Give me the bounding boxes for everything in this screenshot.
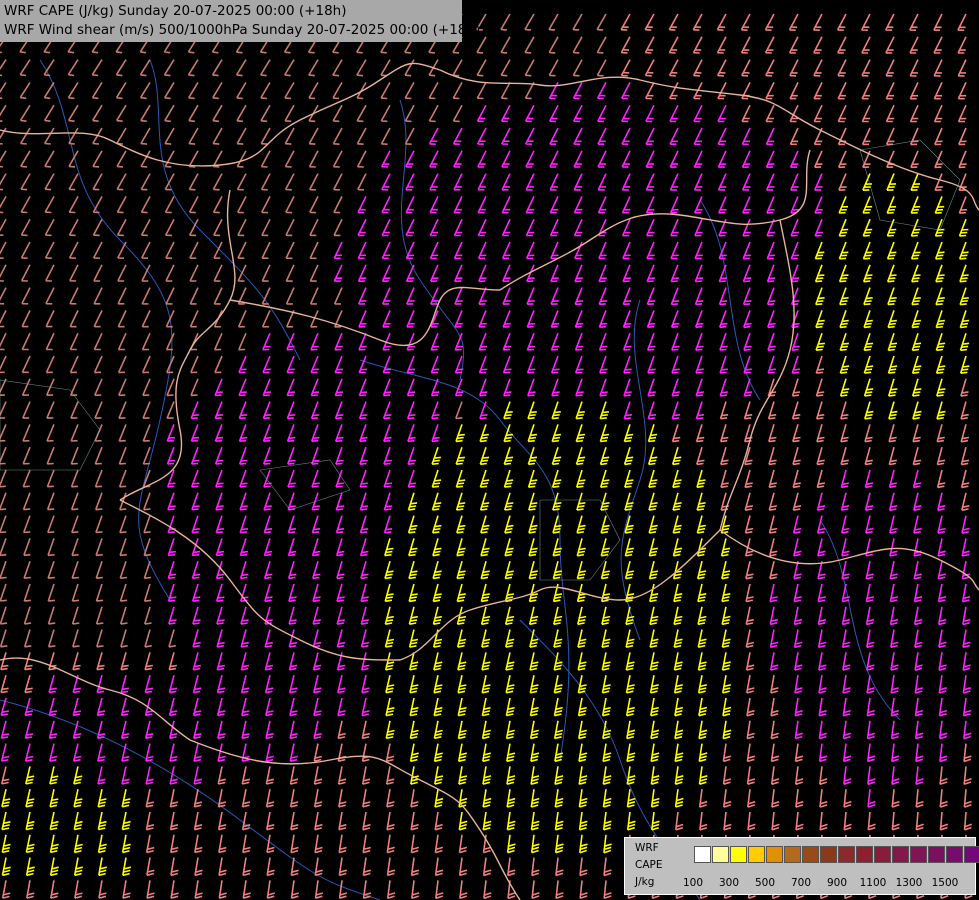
legend-swatch	[964, 846, 979, 863]
legend-swatch	[856, 846, 873, 863]
legend-swatch	[784, 846, 801, 863]
legend-swatch	[712, 846, 729, 863]
wind-shear-map	[0, 0, 979, 900]
legend-swatch	[946, 846, 963, 863]
legend-variable-label: CAPE	[635, 859, 663, 871]
legend-tick-label: 1100	[859, 877, 887, 889]
map-title: WRF CAPE (J/kg) Sunday 20-07-2025 00:00 …	[0, 0, 481, 42]
legend-swatch	[766, 846, 783, 863]
legend-tick-label: 900	[826, 877, 848, 889]
legend-swatch	[928, 846, 945, 863]
legend-tick-label: 100	[682, 877, 704, 889]
legend-swatch	[838, 846, 855, 863]
legend-swatch	[892, 846, 909, 863]
legend-tick-label: 1500	[931, 877, 959, 889]
cape-legend: WRF CAPE J/kg 100 300 500 700 900 1100 1300 150…	[624, 837, 979, 895]
legend-tick-label: 700	[790, 877, 812, 889]
legend-model-label: WRF	[635, 842, 659, 854]
legend-tick-label: 300	[718, 877, 740, 889]
legend-tick-label: 1300	[895, 877, 923, 889]
legend-unit-label: J/kg	[635, 876, 655, 888]
legend-swatch	[802, 846, 819, 863]
legend-swatch	[730, 846, 747, 863]
legend-color-scale	[694, 846, 979, 863]
title-line-wind-shear: WRF Wind shear (m/s) 500/1000hPa Sunday …	[4, 22, 481, 38]
legend-swatch	[874, 846, 891, 863]
legend-swatch	[820, 846, 837, 863]
legend-swatch	[694, 846, 711, 863]
legend-tick-label: 500	[754, 877, 776, 889]
legend-swatch	[910, 846, 927, 863]
title-line-cape: WRF CAPE (J/kg) Sunday 20-07-2025 00:00 …	[4, 3, 347, 19]
legend-swatch	[748, 846, 765, 863]
